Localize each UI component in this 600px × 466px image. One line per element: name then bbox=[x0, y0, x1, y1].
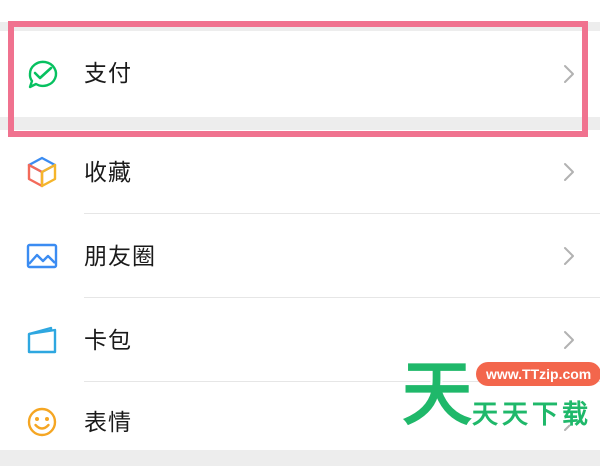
chevron-right-icon bbox=[562, 161, 576, 183]
chevron-right-icon bbox=[562, 245, 576, 267]
watermark-logo: 天 www.TTzip.com 天天下载 bbox=[402, 353, 600, 450]
menu-item-favorites[interactable]: 收藏 bbox=[0, 130, 600, 214]
cube-icon bbox=[24, 154, 60, 190]
chevron-right-icon bbox=[562, 329, 576, 351]
pay-section: 支付 bbox=[0, 31, 600, 117]
menu-item-label: 收藏 bbox=[84, 160, 132, 186]
menu-item-label: 表情 bbox=[84, 410, 132, 436]
watermark-url: www.TTzip.com bbox=[476, 362, 600, 386]
watermark-big-char: 天 bbox=[402, 353, 472, 435]
picture-icon bbox=[24, 238, 60, 274]
previous-section-bottom bbox=[0, 0, 600, 22]
smile-icon bbox=[24, 404, 60, 440]
menu-item-label: 朋友圈 bbox=[84, 244, 156, 270]
menu-item-pay[interactable]: 支付 bbox=[0, 32, 600, 116]
chevron-right-icon bbox=[562, 63, 576, 85]
menu-item-label: 支付 bbox=[84, 61, 132, 87]
wallet-check-icon bbox=[24, 56, 60, 92]
card-icon bbox=[24, 322, 60, 358]
menu-item-label: 卡包 bbox=[84, 328, 132, 354]
watermark-brand: 天天下载 bbox=[472, 400, 593, 430]
menu-item-moments[interactable]: 朋友圈 bbox=[0, 214, 600, 298]
